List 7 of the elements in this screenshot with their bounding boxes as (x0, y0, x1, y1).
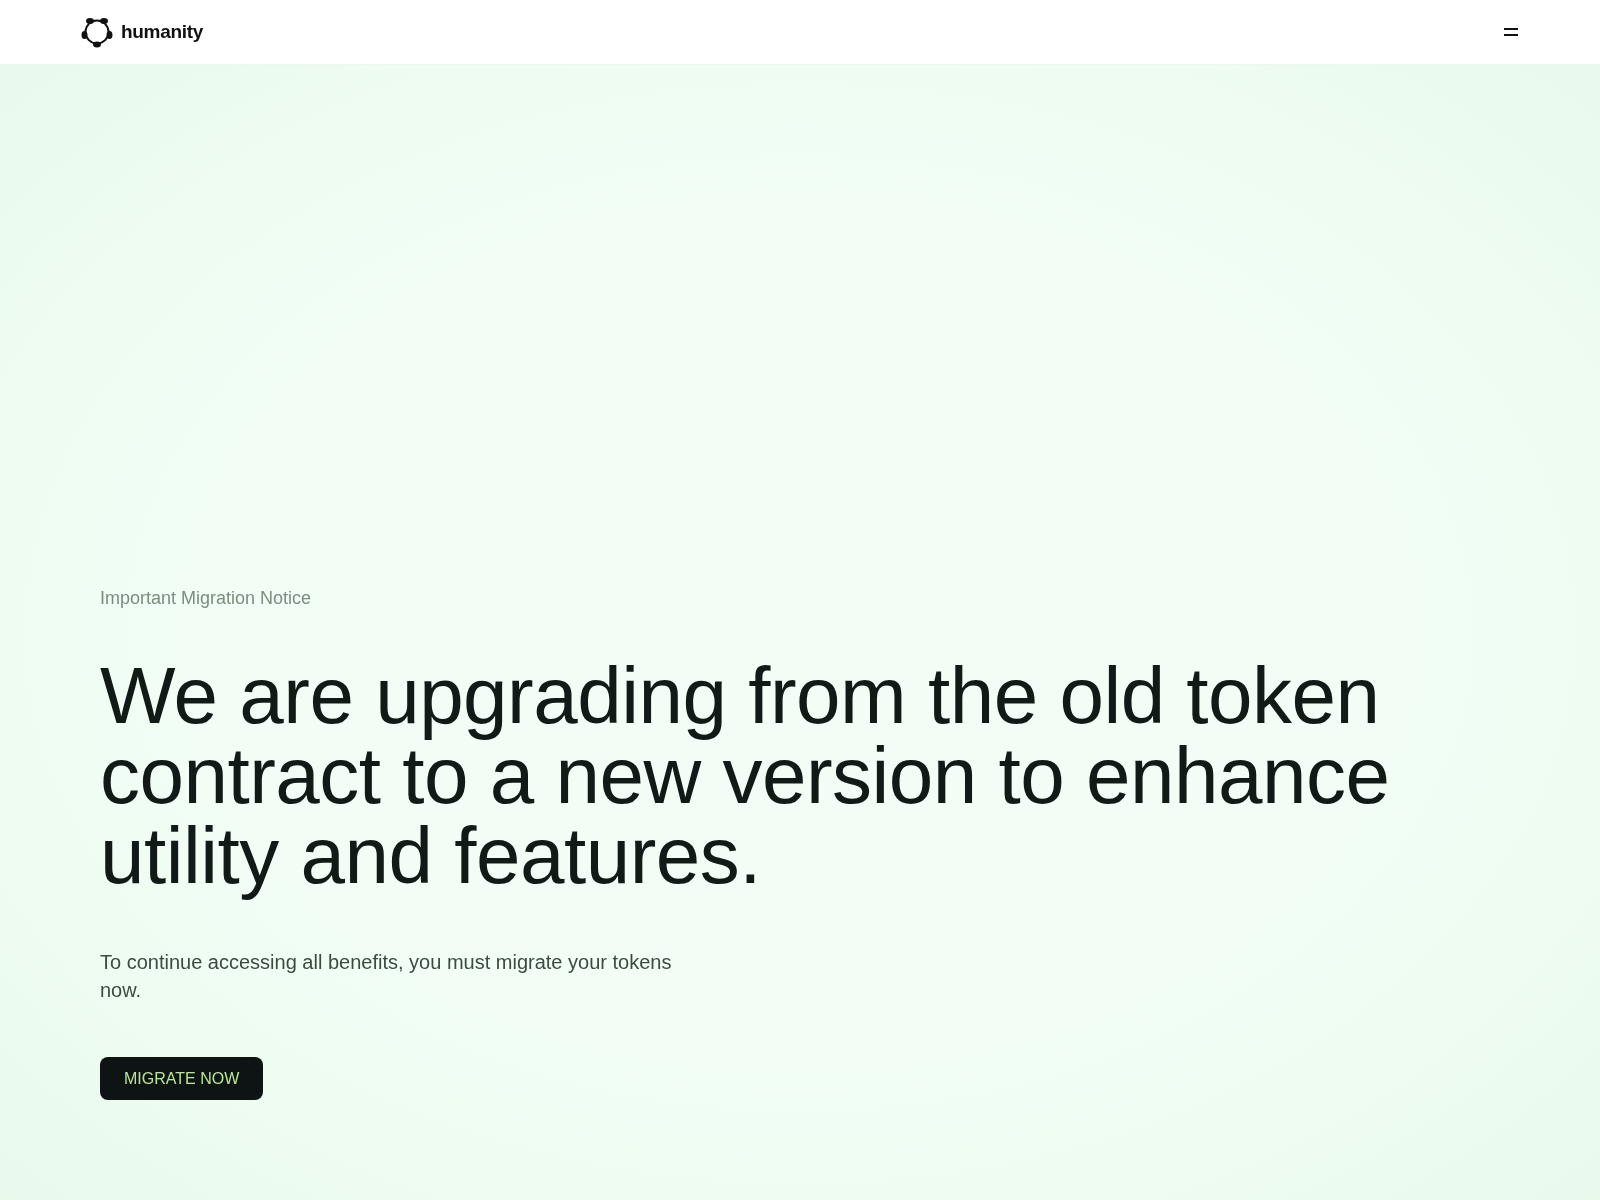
hero-body: To continue accessing all benefits, you must migrate your tokens now. (100, 950, 673, 1003)
menu-icon[interactable] (1504, 28, 1518, 36)
eyebrow-text: Important Migration Notice (100, 587, 312, 610)
logo-icon (81, 16, 113, 48)
migrate-button[interactable]: MIGRATE NOW (100, 1057, 264, 1100)
hero-heading: We are upgrading from the old token contract to a new version to enhance utility and features. (100, 656, 1391, 902)
logo-text[interactable]: humanity (121, 17, 204, 47)
